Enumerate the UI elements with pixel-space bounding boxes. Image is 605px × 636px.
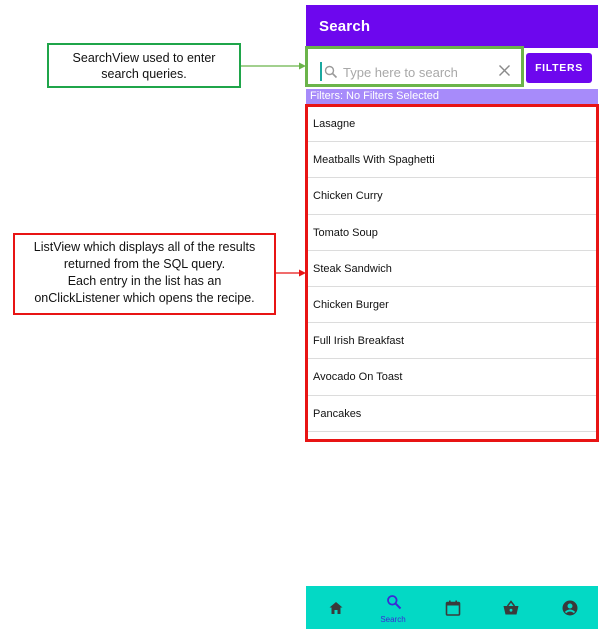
account-icon [562, 600, 578, 616]
annotation-line: ListView which displays all of the resul… [33, 240, 256, 254]
nav-basket[interactable] [481, 586, 539, 629]
nav-account[interactable] [540, 586, 598, 629]
calendar-icon [445, 600, 461, 616]
searchview-annotation: SearchView used to enter search queries. [47, 43, 241, 88]
filters-button[interactable]: FILTERS [526, 53, 592, 83]
searchview-highlight [305, 46, 524, 87]
basket-icon [503, 600, 519, 615]
annotation-line: onClickListener which opens the recipe. [34, 291, 255, 305]
annotation-line: SearchView used to enter [72, 51, 216, 65]
filter-status-text: Filters: No Filters Selected [310, 90, 439, 102]
nav-search[interactable]: Search [364, 586, 422, 629]
annotation-line: search queries. [101, 67, 187, 81]
page-title: Search [319, 18, 371, 35]
search-icon [387, 595, 402, 610]
bottom-navigation: Search [306, 586, 598, 629]
app-bar: Search [306, 5, 598, 48]
annotation-line: returned from the SQL query. [63, 257, 226, 271]
nav-search-label: Search [380, 615, 406, 624]
annotation-line: Each entry in the list has an [67, 274, 222, 288]
listview-annotation: ListView which displays all of the resul… [13, 233, 276, 315]
listview-highlight [305, 104, 599, 442]
filter-status-bar: Filters: No Filters Selected [306, 89, 598, 105]
home-icon [329, 602, 343, 614]
nav-calendar[interactable] [423, 586, 481, 629]
nav-home[interactable] [306, 586, 364, 629]
